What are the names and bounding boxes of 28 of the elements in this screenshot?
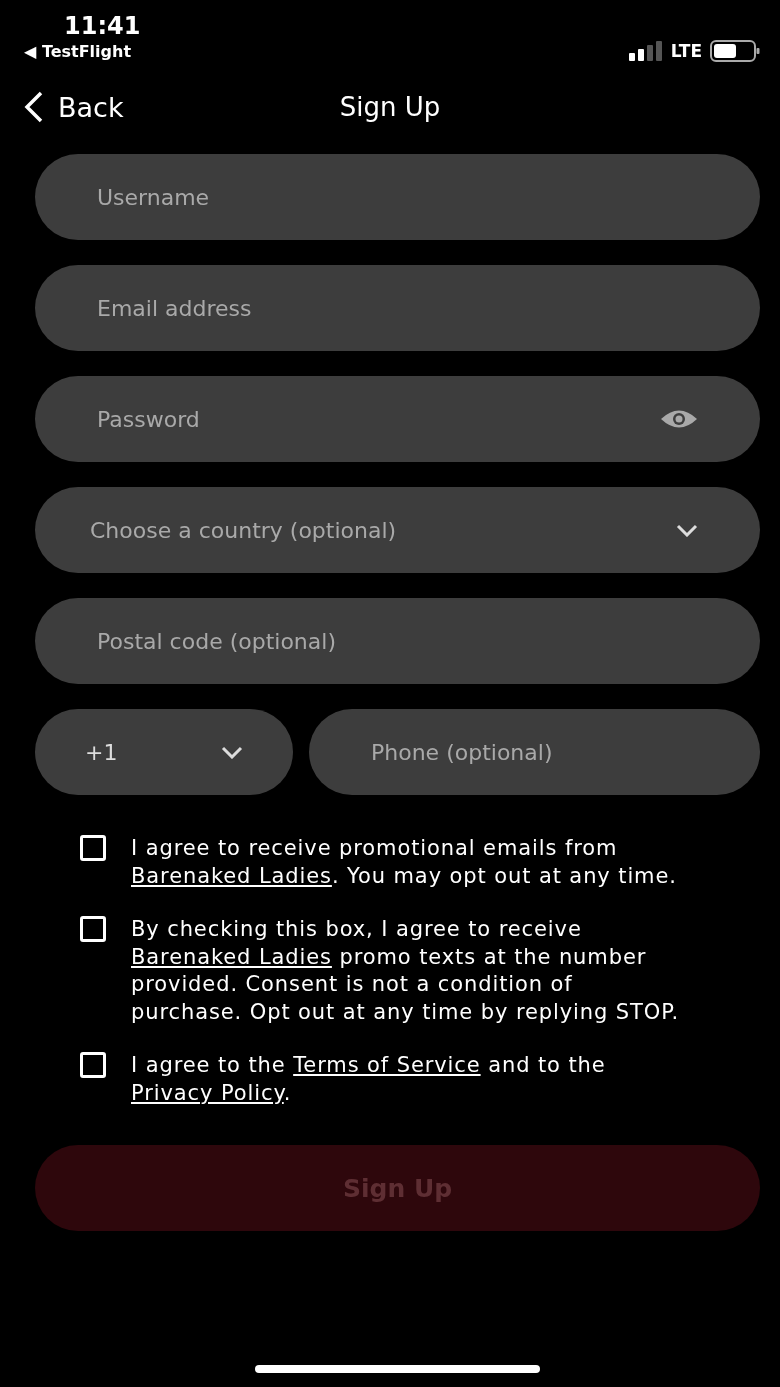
battery-icon: [710, 40, 760, 62]
chevron-left-icon: [24, 91, 44, 123]
link[interactable]: Terms of Service: [293, 1053, 481, 1077]
input-field[interactable]: Username: [35, 154, 760, 240]
clock: 11:41: [63, 12, 141, 40]
link[interactable]: Barenaked Ladies: [131, 944, 332, 969]
signal-icon: [628, 41, 663, 61]
country-code-dropdown[interactable]: +1: [35, 709, 293, 795]
input-field[interactable]: Email address: [35, 265, 760, 351]
link[interactable]: Privacy Policy: [131, 1080, 284, 1105]
link[interactable]: Barenaked Ladies: [131, 863, 332, 888]
input-field[interactable]: Phone (optional): [309, 709, 760, 795]
agreement-text: I agree to receive promotional emails from Barenaked Ladies. You may opt out at any time.: [131, 835, 678, 890]
chevron-down-icon: [676, 523, 698, 537]
eye-icon[interactable]: [660, 408, 698, 430]
checkbox[interactable]: [80, 835, 106, 861]
chevron-down-icon: [221, 745, 243, 759]
checkbox[interactable]: [80, 1052, 106, 1078]
password-field[interactable]: Password: [35, 376, 760, 462]
back-button[interactable]: Back: [24, 91, 124, 123]
agreement-text: I agree to the Terms of Service and to the Privacy Policy.: [131, 1052, 607, 1107]
dropdown[interactable]: Choose a country (optional): [35, 487, 760, 573]
screen-title: Sign Up: [339, 92, 441, 122]
checkbox[interactable]: [80, 916, 106, 942]
agreement-text: By checking this box, I agree to receive Barenaked Ladies promo texts at the number provided. Consent is not a condition of purchase. Opt out at any time by replying STOP.: [131, 916, 681, 1026]
back-to-app-link[interactable]: ◀ TestFlight: [24, 42, 141, 61]
network-type: LTE: [670, 41, 702, 61]
input-field[interactable]: Postal code (optional): [35, 598, 760, 684]
